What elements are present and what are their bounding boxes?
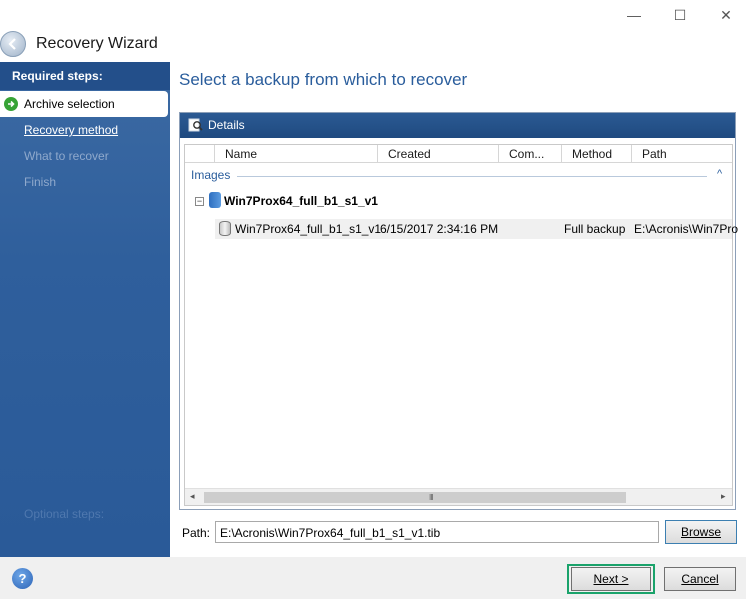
backup-list[interactable]: Name Created Com... Method Path Images ^… <box>184 144 738 506</box>
backup-archive-icon <box>209 192 221 208</box>
wizard-steps-sidebar: Required steps: Archive selection Recove… <box>0 62 170 557</box>
column-header-method[interactable]: Method <box>562 145 632 163</box>
archive-node-name[interactable]: Win7Prox64_full_b1_s1_v1 <box>224 194 378 208</box>
cell-path: E:\Acronis\Win7Pro <box>634 222 739 236</box>
page-title: Select a backup from which to recover <box>179 70 468 89</box>
cell-method: Full backup <box>564 222 626 236</box>
required-steps-header: Required steps: <box>0 62 170 90</box>
minimize-button[interactable]: — <box>624 6 644 24</box>
step-archive-selection[interactable]: Archive selection <box>0 91 168 117</box>
browse-button[interactable]: Browse <box>665 520 737 544</box>
scroll-left-icon[interactable]: ◂ <box>190 491 195 502</box>
tree-collapse-toggle[interactable]: − <box>195 197 204 206</box>
window-title: Recovery Wizard <box>36 35 158 52</box>
scroll-right-icon[interactable]: ▸ <box>721 491 726 502</box>
back-button[interactable] <box>0 31 26 57</box>
column-headers: Name Created Com... Method Path <box>185 145 732 163</box>
optional-steps-header: Optional steps: <box>24 507 105 521</box>
cell-created: 6/15/2017 2:34:16 PM <box>380 222 499 236</box>
details-panel-header: Details <box>180 113 735 138</box>
column-header-comment[interactable]: Com... <box>499 145 562 163</box>
step-recovery-method[interactable]: Recovery method <box>0 117 170 143</box>
group-divider <box>237 176 707 177</box>
table-row[interactable]: Win7Prox64_full_b1_s1_v1 6/15/2017 2:34:… <box>215 219 738 239</box>
footer-bar: ? Next > Cancel <box>0 557 746 599</box>
group-label-images: Images <box>191 168 231 182</box>
scrollbar-grip-icon: III <box>429 493 434 502</box>
current-step-arrow-icon <box>4 97 18 111</box>
path-input[interactable]: E:\Acronis\Win7Prox64_full_b1_s1_v1.tib <box>215 521 659 543</box>
horizontal-scrollbar[interactable]: ◂ III ▸ <box>185 488 732 505</box>
column-header-name[interactable]: Name <box>215 145 378 163</box>
close-button[interactable]: ✕ <box>716 6 736 24</box>
scrollbar-thumb[interactable]: III <box>204 492 626 503</box>
details-panel-title: Details <box>208 118 245 132</box>
title-bar: Recovery Wizard — ☐ ✕ <box>0 0 746 62</box>
column-header-path[interactable]: Path <box>632 145 732 163</box>
maximize-button[interactable]: ☐ <box>670 6 690 24</box>
collapse-group-icon[interactable]: ^ <box>717 168 722 180</box>
disk-image-icon <box>219 221 231 236</box>
column-header-created[interactable]: Created <box>378 145 499 163</box>
next-button[interactable]: Next > <box>571 567 651 591</box>
details-panel: Details Name Created Com... Method Path … <box>179 112 738 510</box>
path-label: Path: <box>182 526 211 540</box>
column-header-spacer <box>185 145 215 163</box>
step-label: Archive selection <box>24 97 115 111</box>
back-arrow-icon <box>8 38 16 50</box>
details-icon <box>188 118 203 132</box>
cancel-button[interactable]: Cancel <box>664 567 736 591</box>
step-finish: Finish <box>24 175 57 189</box>
help-icon[interactable]: ? <box>12 568 33 589</box>
step-what-to-recover: What to recover <box>24 149 109 163</box>
cell-name: Win7Prox64_full_b1_s1_v1 <box>235 222 382 236</box>
